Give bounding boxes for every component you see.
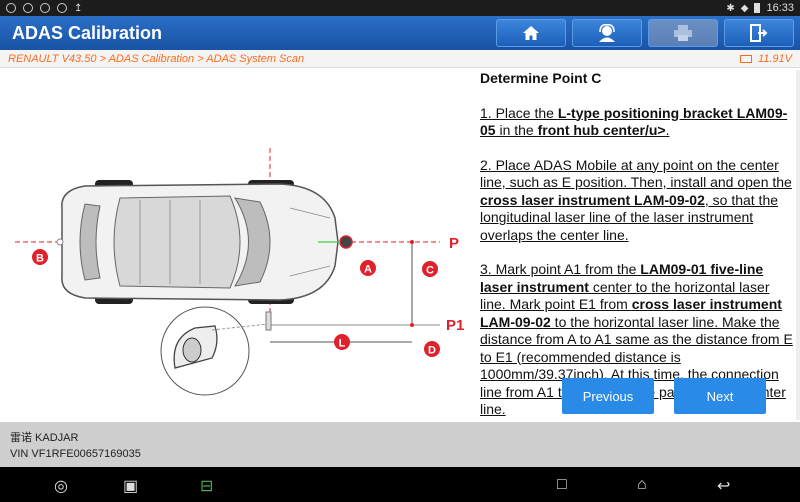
vci-icon[interactable]: ⊟ [200, 476, 213, 496]
laser-instrument [339, 235, 353, 249]
home-icon [523, 26, 539, 40]
recent-apps-icon[interactable]: □ [557, 476, 567, 494]
clock: 16:33 [766, 2, 794, 14]
previous-button[interactable]: Previous [562, 378, 654, 414]
bluetooth-icon: ✱ [726, 2, 735, 14]
step-text: in the [495, 122, 538, 138]
title-bar: ADAS Calibration [0, 16, 800, 50]
label-a: A [364, 264, 372, 276]
status-bar: ↥ ✱ ◆ 16:33 [0, 0, 800, 16]
content-area: B A C D L P P1 Determine Point C 1. Plac… [0, 68, 800, 422]
car-battery-icon [739, 54, 752, 63]
label-c: C [426, 265, 434, 277]
rear-target [56, 238, 64, 246]
vehicle-name: 雷诺 KADJAR [10, 432, 79, 444]
label-l: L [339, 338, 346, 350]
step-text: 1. Place the [480, 104, 558, 121]
vehicle-info: 雷诺 KADJAR VIN VF1RFE00657169035 [0, 422, 800, 467]
back-icon[interactable]: ↩ [717, 476, 730, 496]
status-icons-right: ✱ ◆ 16:33 [726, 2, 794, 14]
home-nav-icon[interactable]: ⌂ [637, 476, 647, 494]
voltage-value: 11.91V [757, 52, 792, 65]
step-text: 2. Place ADAS Mobile at any point on the… [480, 156, 792, 191]
voltage-indicator: 11.91V [739, 52, 792, 65]
battery-icon [754, 3, 761, 13]
label-d: D [428, 345, 436, 357]
wifi-icon: ◆ [740, 2, 749, 14]
step-text: 3. Mark point A1 from the [480, 261, 641, 277]
calibration-diagram: B A C D L P P1 [15, 148, 464, 396]
vehicle-vin: VIN VF1RFE00657169035 [10, 448, 141, 460]
instruction-step-2: 2. Place ADAS Mobile at any point on the… [480, 157, 798, 245]
next-button[interactable]: Next [674, 378, 766, 414]
print-icon [674, 25, 692, 41]
bracket-detail [160, 306, 272, 396]
exit-button[interactable] [724, 19, 794, 47]
notification-icon [23, 3, 33, 13]
instruction-heading: Determine Point C [480, 70, 602, 86]
exit-icon [750, 24, 768, 42]
label-p1: P1 [446, 317, 464, 334]
home-button[interactable] [496, 19, 566, 47]
browser-icon[interactable]: ◎ [54, 476, 68, 496]
print-button[interactable] [648, 19, 718, 47]
upload-icon: ↥ [74, 2, 83, 14]
breadcrumb-path: RENAULT V43.50 > ADAS Calibration > ADAS… [8, 52, 305, 65]
label-b: B [36, 253, 44, 265]
point-p-dot [410, 240, 414, 244]
support-button[interactable] [572, 19, 642, 47]
notification-icon [57, 3, 67, 13]
support-icon [599, 24, 615, 42]
status-icons-left: ↥ [6, 3, 82, 14]
point-p1-dot [410, 323, 414, 327]
step-highlight: cross laser instrument LAM-09-02 [480, 191, 705, 208]
car-top-view [61, 180, 339, 304]
system-nav-bar: ◎ ▣ ⊟ □ ⌂ ↩ [0, 467, 800, 502]
instruction-step-1: 1. Place the L-type positioning bracket … [480, 105, 798, 140]
notification-icon [6, 3, 16, 13]
app-title: ADAS Calibration [12, 22, 163, 43]
scrollbar[interactable] [796, 70, 800, 420]
notification-icon [40, 3, 50, 13]
instruction-panel: Determine Point C 1. Place the L-type po… [480, 70, 798, 420]
gallery-icon[interactable]: ▣ [123, 476, 138, 496]
breadcrumb: RENAULT V43.50 > ADAS Calibration > ADAS… [0, 50, 800, 68]
step-text: . [665, 122, 670, 138]
step-highlight: front hub center/u> [537, 122, 666, 138]
label-p: P [449, 235, 459, 252]
